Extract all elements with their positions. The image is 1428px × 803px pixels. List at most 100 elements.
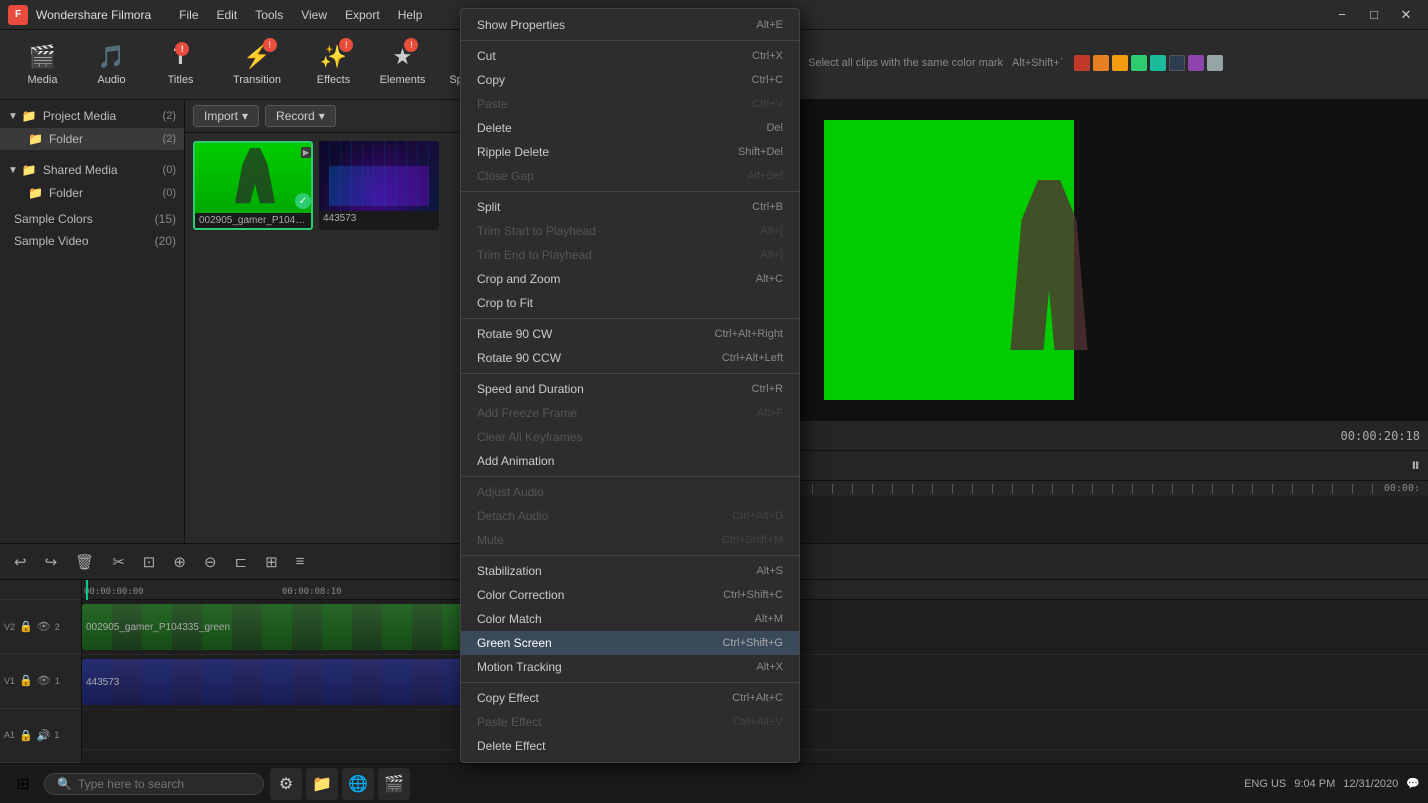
color-mark-dark[interactable] <box>1169 55 1185 71</box>
toolbar-elements[interactable]: ★! Elements <box>370 35 435 95</box>
ctx-show-properties[interactable]: Show Properties Alt+E <box>461 13 799 37</box>
color-mark-red[interactable] <box>1074 55 1090 71</box>
redo-button[interactable]: ↪ <box>39 551 64 573</box>
ctx-delete[interactable]: Delete Del <box>461 116 799 140</box>
close-button[interactable]: ✕ <box>1392 5 1420 25</box>
color-mark-green[interactable] <box>1131 55 1147 71</box>
shared-folder-item[interactable]: 📁 Folder (0) <box>0 182 184 204</box>
menu-help[interactable]: Help <box>390 6 431 24</box>
toolbar-audio-label: Audio <box>97 74 125 86</box>
ctx-sep-2 <box>461 191 799 192</box>
hide-v1-icon[interactable]: 👁 <box>37 674 51 687</box>
ctx-crop-zoom[interactable]: Crop and Zoom Alt+C <box>461 267 799 291</box>
crop-button[interactable]: ⊡ <box>137 551 162 573</box>
ripple-button[interactable]: ⊏ <box>229 551 254 573</box>
taskbar-search: 🔍 <box>44 773 264 795</box>
toolbar-titles[interactable]: T! Titles <box>148 35 213 95</box>
mute-a1-icon[interactable]: 🔊 <box>37 729 51 742</box>
import-button[interactable]: Import ▾ <box>193 105 259 127</box>
restore-button[interactable]: □ <box>1360 5 1388 25</box>
minimize-button[interactable]: − <box>1328 5 1356 25</box>
toolbar-media[interactable]: 🎬 Media <box>10 35 75 95</box>
taskbar-notification-icon[interactable]: 💬 <box>1406 777 1420 790</box>
playhead-marker <box>86 580 88 600</box>
ctx-crop-fit[interactable]: Crop to Fit <box>461 291 799 315</box>
menu-file[interactable]: File <box>171 6 206 24</box>
lock-v1-icon[interactable]: 🔒 <box>19 674 33 687</box>
ctx-copy-effect[interactable]: Copy Effect Ctrl+Alt+C <box>461 686 799 710</box>
ctx-trim-end-shortcut: Alt+] <box>761 249 783 261</box>
ctx-copy[interactable]: Copy Ctrl+C <box>461 68 799 92</box>
ctx-add-animation-label: Add Animation <box>477 454 554 468</box>
media-item-gamer[interactable]: ▶ ✓ 002905_gamer_P104335... <box>193 141 313 230</box>
color-mark-teal[interactable] <box>1150 55 1166 71</box>
taskbar-app-browser[interactable]: 🌐 <box>342 768 374 800</box>
shared-media-header[interactable]: ▼ 📁 Shared Media (0) <box>0 158 184 182</box>
sample-colors-item[interactable]: Sample Colors (15) <box>0 208 184 230</box>
menu-export[interactable]: Export <box>337 6 388 24</box>
toolbar-audio[interactable]: 🎵 Audio <box>79 35 144 95</box>
taskbar-right: ENG US 9:04 PM 12/31/2020 💬 <box>1244 777 1420 790</box>
ctx-color-correction[interactable]: Color Correction Ctrl+Shift+C <box>461 583 799 607</box>
record-button[interactable]: Record ▾ <box>265 105 336 127</box>
ctx-motion-tracking[interactable]: Motion Tracking Alt+X <box>461 655 799 679</box>
ctx-delete-effect[interactable]: Delete Effect <box>461 734 799 758</box>
taskbar-app-folder[interactable]: 📁 <box>306 768 338 800</box>
ctx-cut-shortcut: Ctrl+X <box>752 50 783 62</box>
lock-a1-icon[interactable]: 🔒 <box>19 729 33 742</box>
hide-v2-icon[interactable]: 👁 <box>37 620 51 633</box>
zoom-out-tl-button[interactable]: ⊖ <box>198 551 223 573</box>
ctx-stabilization[interactable]: Stabilization Alt+S <box>461 559 799 583</box>
media-item-cyber[interactable]: 443573 <box>319 141 439 230</box>
project-media-header[interactable]: ▼ 📁 Project Media (2) <box>0 104 184 128</box>
zoom-fit-button[interactable]: ⊕ <box>167 551 192 573</box>
ctx-split[interactable]: Split Ctrl+B <box>461 195 799 219</box>
project-media-folder-icon: 📁 <box>22 109 37 123</box>
ctx-rotate-cw[interactable]: Rotate 90 CW Ctrl+Alt+Right <box>461 322 799 346</box>
color-mark-orange[interactable] <box>1093 55 1109 71</box>
taskbar-app-media[interactable]: 🎬 <box>378 768 410 800</box>
toolbar-effects[interactable]: ✨! Effects <box>301 35 366 95</box>
menu-tools[interactable]: Tools <box>247 6 291 24</box>
color-mark-yellow[interactable] <box>1112 55 1128 71</box>
color-mark-gray[interactable] <box>1207 55 1223 71</box>
ctx-add-animation[interactable]: Add Animation <box>461 449 799 473</box>
ctx-adjust-audio-label: Adjust Audio <box>477 485 544 499</box>
ctx-paste-effect-shortcut: Ctrl+Alt+V <box>733 716 783 728</box>
gamer-thumbnail: ▶ ✓ <box>195 143 313 213</box>
settings-tl-button[interactable]: ≡ <box>290 551 311 572</box>
fullscreen-tl-button[interactable]: ⊞ <box>259 551 284 573</box>
cut-button[interactable]: ✂ <box>106 551 131 573</box>
folder-item[interactable]: 📁 Folder (2) <box>0 128 184 150</box>
taskbar-app-settings[interactable]: ⚙ <box>270 768 302 800</box>
ctx-rotate-ccw[interactable]: Rotate 90 CCW Ctrl+Alt+Left <box>461 346 799 370</box>
track-v1-controls: V1 🔒 👁 1 <box>0 654 81 708</box>
shared-folder-icon: 📁 <box>28 186 43 200</box>
ruler-spacer <box>0 580 81 600</box>
toolbar-transition[interactable]: ⚡! Transition <box>217 35 297 95</box>
menu-view[interactable]: View <box>293 6 335 24</box>
project-media-count: (2) <box>163 110 176 122</box>
ctx-green-screen[interactable]: Green Screen Ctrl+Shift+G <box>461 631 799 655</box>
color-mark-purple[interactable] <box>1188 55 1204 71</box>
delete-clip-button[interactable]: 🗑 <box>69 551 100 573</box>
color-marks-row: Select all clips with the same color mar… <box>808 55 1223 71</box>
ctx-cut[interactable]: Cut Ctrl+X <box>461 44 799 68</box>
search-input[interactable] <box>78 777 238 791</box>
lock-v2-icon[interactable]: 🔒 <box>19 620 33 633</box>
ctx-speed-duration[interactable]: Speed and Duration Ctrl+R <box>461 377 799 401</box>
ruler-mark-0: 00:00:00:00 <box>84 587 144 597</box>
ctx-color-correction-label: Color Correction <box>477 588 564 602</box>
project-media-section: ▼ 📁 Project Media (2) 📁 Folder (2) <box>0 100 184 154</box>
ctx-close-gap-shortcut: Alt+Del <box>747 170 783 182</box>
ctx-add-freeze-label: Add Freeze Frame <box>477 406 577 420</box>
sample-video-item[interactable]: Sample Video (20) <box>0 230 184 252</box>
ctx-stabilization-label: Stabilization <box>477 564 542 578</box>
ctx-color-correction-shortcut: Ctrl+Shift+C <box>723 589 783 601</box>
ctx-ripple-delete[interactable]: Ripple Delete Shift+Del <box>461 140 799 164</box>
ctx-speed-duration-label: Speed and Duration <box>477 382 584 396</box>
undo-button[interactable]: ↩ <box>8 551 33 573</box>
ctx-color-match[interactable]: Color Match Alt+M <box>461 607 799 631</box>
start-button[interactable]: ⊞ <box>8 769 38 799</box>
menu-edit[interactable]: Edit <box>209 6 246 24</box>
